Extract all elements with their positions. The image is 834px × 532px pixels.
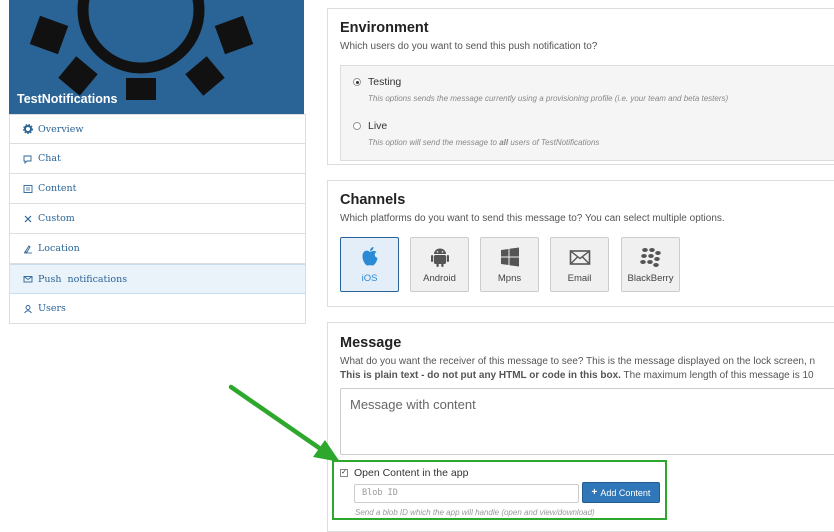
channel-label: BlackBerry bbox=[627, 273, 674, 284]
side-nav: Overview Chat Content Custom Location Pu… bbox=[9, 114, 306, 324]
environment-subtitle: Which users do you want to send this pus… bbox=[340, 41, 598, 52]
sidebar-item-label: Content bbox=[38, 183, 77, 194]
content-icon bbox=[23, 184, 33, 194]
users-icon bbox=[23, 304, 33, 314]
app-name: TestNotifications bbox=[17, 92, 118, 106]
channel-email[interactable]: Email bbox=[550, 237, 609, 292]
blob-help-text: Send a blob ID which the app will handle… bbox=[355, 508, 595, 517]
channel-android[interactable]: Android bbox=[410, 237, 469, 292]
location-icon bbox=[23, 244, 33, 254]
sidebar-item-label: Custom bbox=[38, 213, 75, 224]
sidebar-item-users[interactable]: Users bbox=[10, 294, 305, 324]
add-content-label: Add Content bbox=[600, 487, 651, 498]
option-testing[interactable]: Testing bbox=[353, 76, 401, 88]
channel-label: Mpns bbox=[497, 273, 522, 284]
environment-options: Testing This options sends the message c… bbox=[340, 65, 834, 161]
sidebar-item-content[interactable]: Content bbox=[10, 174, 305, 204]
windows-icon bbox=[500, 247, 519, 267]
channel-label: Android bbox=[423, 273, 456, 284]
sidebar-item-chat[interactable]: Chat bbox=[10, 144, 305, 174]
gear-icon bbox=[23, 124, 33, 134]
message-textarea[interactable]: Message with content bbox=[340, 388, 834, 455]
blob-id-input[interactable]: Blob ID bbox=[354, 484, 579, 503]
sidebar-item-label: Overview bbox=[38, 123, 84, 135]
sidebar-item-label: Users bbox=[38, 303, 66, 314]
environment-panel: Environment Which users do you want to s… bbox=[327, 8, 834, 165]
live-label: Live bbox=[368, 120, 388, 132]
android-icon bbox=[430, 248, 449, 267]
live-help: This option will send the message to all… bbox=[368, 138, 600, 147]
channels-panel: Channels Which platforms do you want to … bbox=[327, 180, 834, 307]
open-content-checkbox[interactable]: ✓ bbox=[340, 469, 348, 477]
channels-title: Channels bbox=[340, 192, 406, 208]
environment-title: Environment bbox=[340, 20, 429, 36]
live-radio[interactable] bbox=[353, 122, 361, 130]
chat-icon bbox=[23, 154, 33, 164]
sidebar-item-label: Location bbox=[38, 243, 80, 254]
sidebar-item-push-notifications[interactable]: Push notifications bbox=[10, 264, 305, 294]
envelope-icon bbox=[23, 274, 33, 284]
sidebar-item-custom[interactable]: Custom bbox=[10, 204, 305, 234]
plus-icon: + bbox=[591, 487, 598, 498]
channels-subtitle: Which platforms do you want to send this… bbox=[340, 213, 725, 224]
message-title: Message bbox=[340, 335, 402, 351]
sidebar-item-label: Push notifications bbox=[38, 273, 128, 285]
blackberry-icon bbox=[639, 248, 661, 267]
channel-label: iOS bbox=[361, 273, 378, 284]
open-content-label: Open Content in the app bbox=[354, 467, 469, 479]
testing-help: This options sends the message currently… bbox=[368, 94, 729, 103]
testing-label: Testing bbox=[368, 76, 402, 88]
channel-blackberry[interactable]: BlackBerry bbox=[621, 237, 680, 292]
channel-label: Email bbox=[567, 273, 592, 284]
sidebar-item-overview[interactable]: Overview bbox=[10, 114, 305, 144]
message-note: This is plain text - do not put any HTML… bbox=[340, 370, 814, 381]
tools-icon bbox=[23, 214, 33, 224]
sidebar-item-label: Chat bbox=[38, 153, 61, 164]
channel-ios[interactable]: iOS bbox=[340, 237, 399, 292]
app-banner: TestNotifications bbox=[9, 0, 304, 114]
testing-radio[interactable] bbox=[353, 78, 361, 86]
option-live[interactable]: Live bbox=[353, 120, 387, 132]
sidebar-item-location[interactable]: Location bbox=[10, 234, 305, 264]
message-subtitle: What do you want the receiver of this me… bbox=[340, 356, 816, 367]
channel-mpns[interactable]: Mpns bbox=[480, 237, 539, 292]
apple-icon bbox=[361, 247, 377, 266]
add-content-button[interactable]: + Add Content bbox=[582, 482, 660, 503]
envelope-icon bbox=[569, 250, 590, 265]
